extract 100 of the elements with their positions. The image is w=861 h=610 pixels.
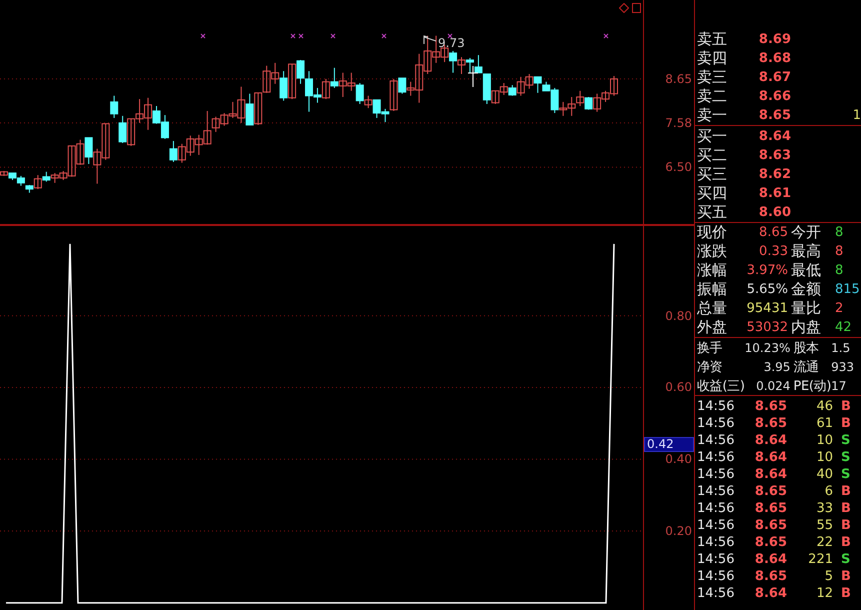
order-level-label: 买四 [697, 184, 728, 203]
candle [186, 135, 194, 156]
candle [93, 148, 102, 184]
trade-volume: 33 [815, 501, 833, 516]
trade-side: B [840, 569, 852, 584]
trade-price: 8.64 [754, 586, 787, 601]
order-level-label: 卖三 [697, 68, 728, 87]
trade-volume: 55 [815, 518, 833, 533]
quote-label: 量比 [791, 299, 822, 318]
candle [576, 90, 584, 107]
fundamental-value: 10.23% [744, 340, 792, 354]
candle [50, 172, 59, 184]
trade-time: 14:56 [697, 501, 736, 516]
axis-label: 7.58 [664, 116, 692, 130]
order-price: 8.63 [758, 148, 791, 163]
trade-time: 14:56 [697, 586, 736, 601]
fundamental-value: 3.95 [762, 360, 792, 374]
order-level-label: 买二 [697, 146, 728, 165]
trade-side: S [840, 552, 852, 567]
diamond-icon[interactable] [619, 3, 629, 13]
quote-label: 涨幅 [697, 261, 728, 280]
axis-label: 0.20 [664, 524, 692, 538]
quote-label: 外盘 [697, 318, 728, 337]
candle [271, 62, 280, 84]
fundamental-value: 0.024 [755, 378, 792, 392]
candle [84, 137, 93, 164]
candle [42, 171, 50, 182]
candle [246, 93, 254, 126]
trade-time: 14:56 [697, 518, 736, 533]
fundamental-label: 收益(三) [697, 378, 745, 394]
candle [584, 96, 593, 110]
trade-time: 14:56 [697, 450, 736, 465]
axis-label: 6.50 [664, 160, 692, 174]
quote-value: 95431 [746, 301, 789, 316]
quote-label: 最高 [791, 242, 822, 261]
order-price: 8.61 [758, 186, 791, 201]
cross-marker-icon [290, 34, 296, 38]
trade-volume: 22 [815, 535, 833, 550]
candle [160, 114, 169, 140]
trade-volume: 221 [807, 552, 833, 567]
quote-value: 8.65 [758, 225, 789, 240]
order-level-label: 卖四 [697, 49, 728, 68]
order-price: 8.66 [758, 89, 791, 104]
trade-price: 8.65 [754, 501, 787, 516]
order-price: 8.60 [758, 205, 791, 220]
trade-side: B [840, 416, 852, 431]
fundamental-label: PE(动) [793, 378, 832, 394]
candle [500, 82, 508, 96]
trade-time: 14:56 [697, 467, 736, 482]
candle [118, 115, 127, 144]
trade-side: S [840, 433, 852, 448]
candle [338, 72, 347, 98]
candle [136, 98, 144, 124]
trade-side: B [840, 399, 852, 414]
quote-value: 8 [835, 263, 844, 278]
fundamental-label: 换手 [697, 340, 724, 356]
fundamental-value: 1.5 [831, 340, 852, 354]
quote-value: 2 [835, 301, 844, 316]
candle [110, 95, 118, 118]
trade-side: B [840, 501, 852, 516]
candle [424, 35, 432, 74]
quote-label: 振幅 [697, 280, 728, 299]
trade-price: 8.65 [754, 416, 787, 431]
trade-side: B [840, 484, 852, 499]
trade-price: 8.64 [754, 552, 787, 567]
candle [322, 78, 330, 100]
cross-marker-icon [330, 34, 336, 38]
order-price: 8.65 [758, 108, 791, 123]
trade-price: 8.64 [754, 433, 787, 448]
candle [254, 92, 262, 126]
order-level-label: 卖二 [697, 87, 728, 106]
quote-value: 5.65% [746, 282, 789, 297]
leader-line [424, 35, 436, 44]
order-volume: 1 [852, 108, 861, 123]
quote-value: 42 [835, 320, 853, 335]
trade-price: 8.64 [754, 467, 787, 482]
order-level-label: 买五 [697, 203, 728, 222]
trade-side: B [840, 518, 852, 533]
quote-label: 内盘 [791, 318, 822, 337]
order-price: 8.62 [758, 167, 791, 182]
quote-value: 815 [835, 282, 861, 297]
fundamental-label: 流通 [793, 358, 820, 376]
cross-marker-icon [200, 34, 206, 38]
order-price: 8.69 [758, 32, 791, 47]
crosshair-cursor [468, 66, 478, 88]
order-level-label: 卖五 [697, 30, 728, 49]
axis-label: 0.40 [664, 452, 692, 466]
trade-time: 14:56 [697, 484, 736, 499]
candle [330, 67, 338, 88]
trade-volume: 10 [815, 433, 833, 448]
candle [76, 139, 84, 166]
quote-label: 现价 [697, 223, 728, 242]
trade-time: 14:56 [697, 433, 736, 448]
trade-price: 8.64 [754, 450, 787, 465]
square-icon[interactable] [632, 3, 641, 13]
trade-price: 8.65 [754, 484, 787, 499]
peak-price-label: 9.73 [438, 36, 465, 50]
trade-volume: 6 [824, 484, 833, 499]
cross-marker-icon [298, 34, 304, 38]
candle [262, 65, 271, 94]
